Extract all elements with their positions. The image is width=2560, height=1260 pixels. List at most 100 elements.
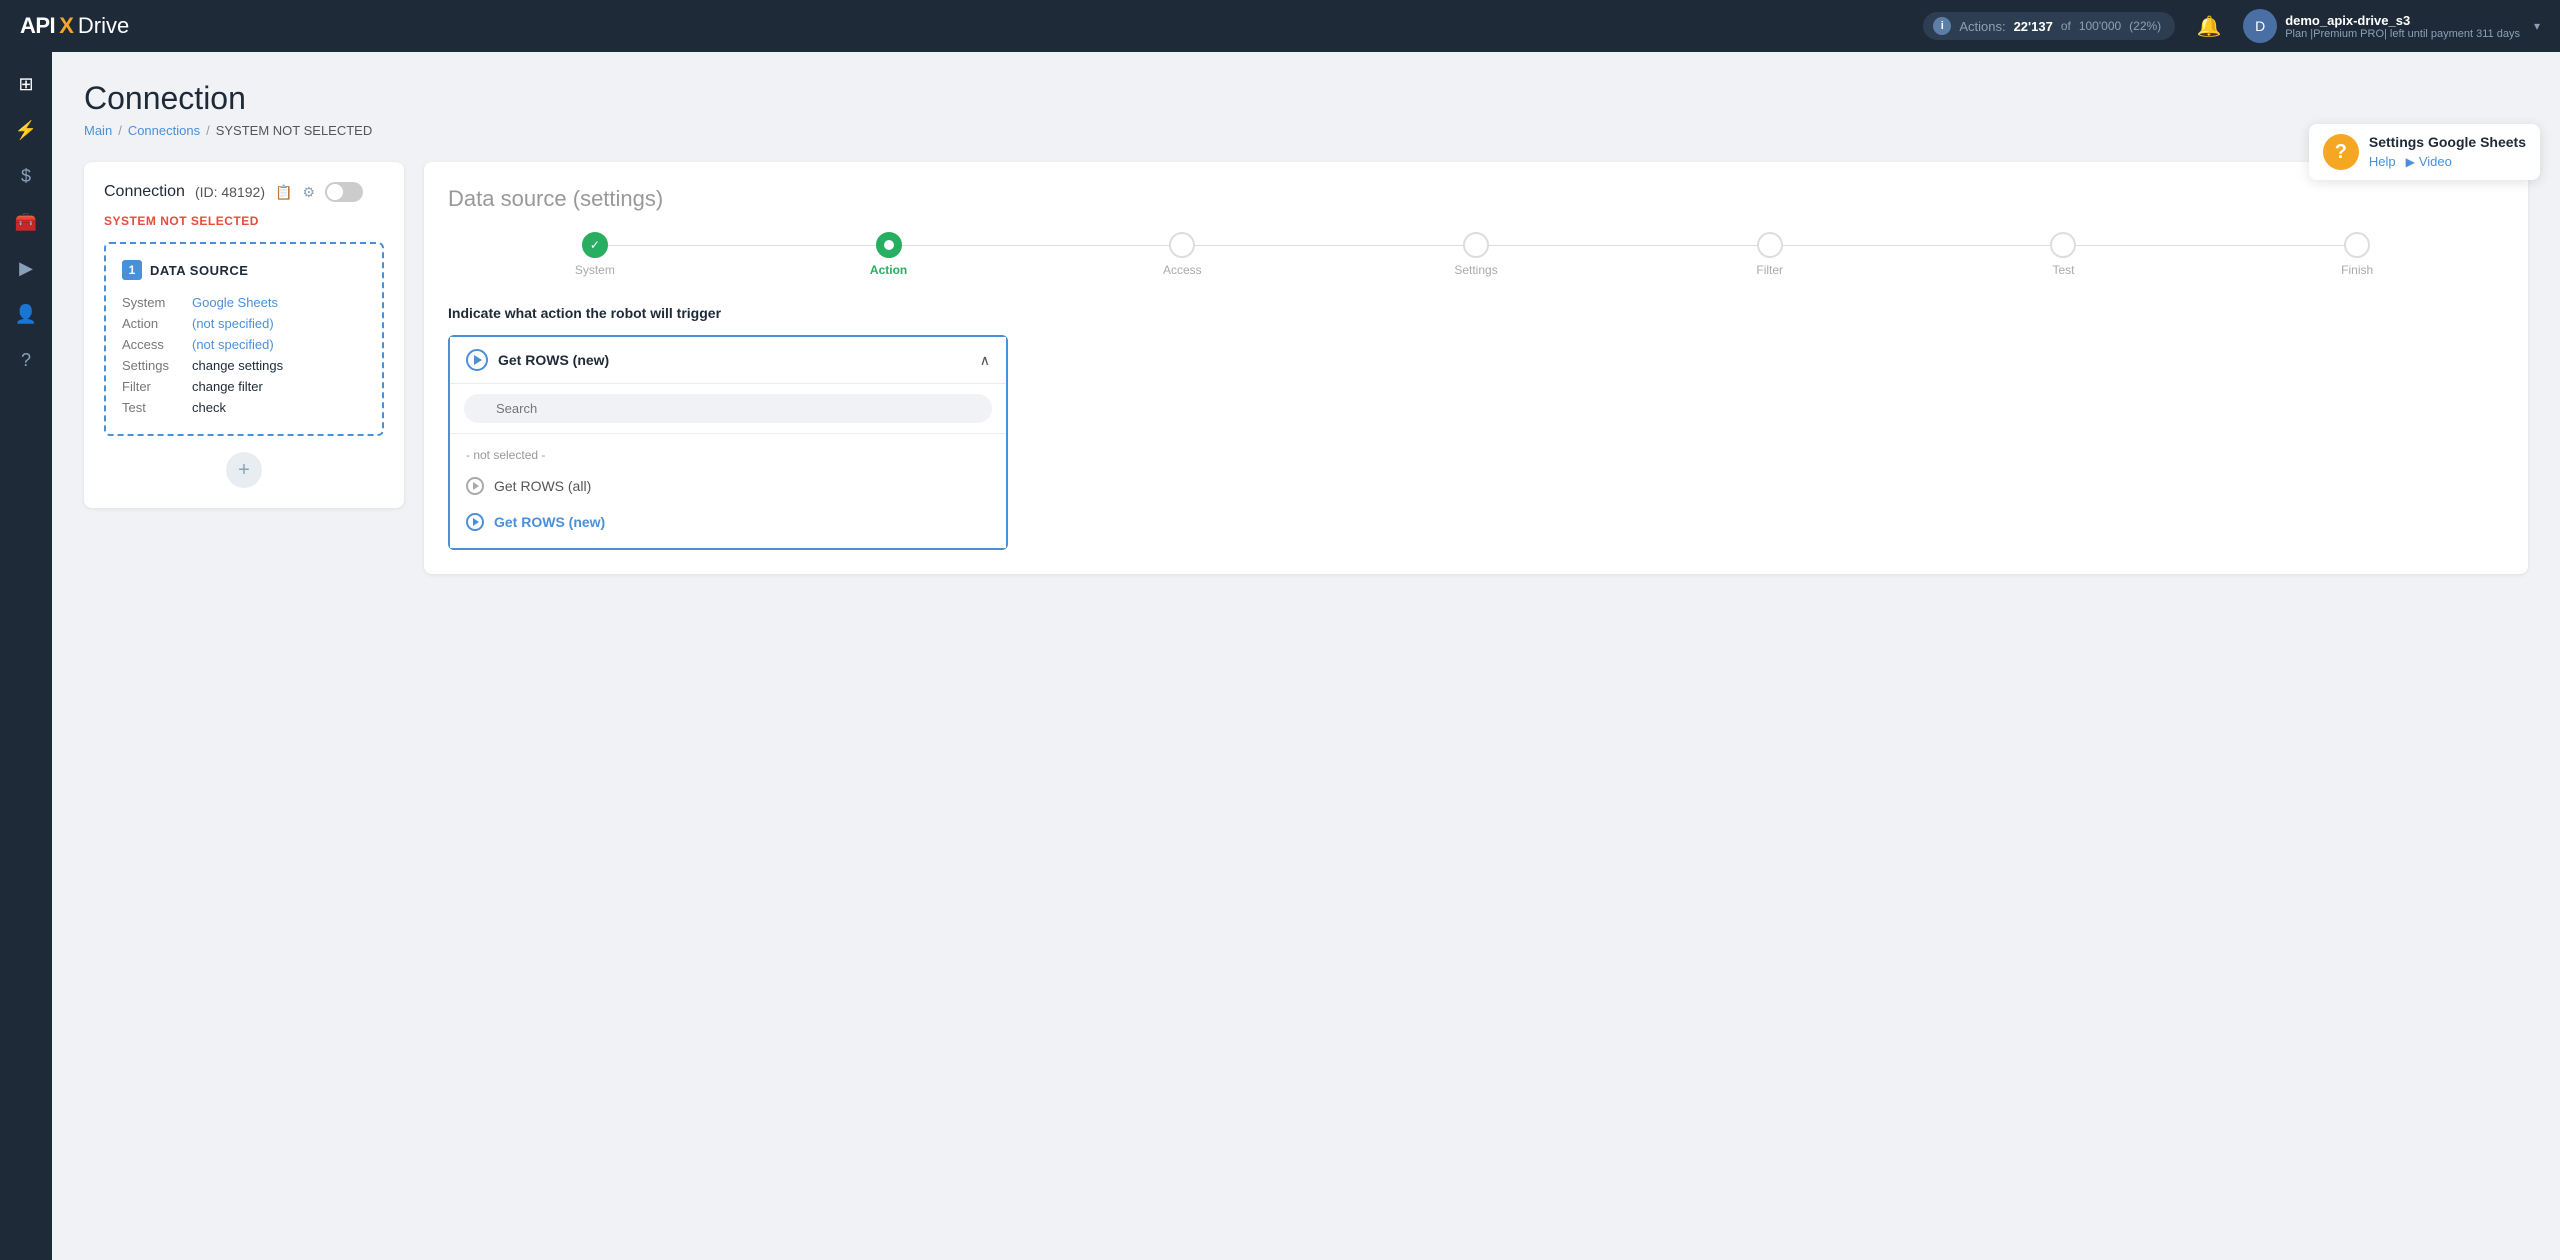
sidebar-item-video[interactable]: ▶ (6, 248, 46, 288)
search-box: 🔍 (450, 384, 1006, 434)
ds-system-link[interactable]: Google Sheets (192, 295, 278, 310)
step-label-finish: Finish (2341, 263, 2373, 277)
breadcrumb-main[interactable]: Main (84, 123, 112, 138)
play-triangle-icon (474, 355, 482, 365)
data-source-title: Data source (settings) (448, 186, 2504, 212)
ds-header: 1 DATA SOURCE (122, 260, 366, 280)
table-row: Settings change settings (122, 355, 366, 376)
play-icon-circle (466, 349, 488, 371)
settings-button[interactable]: ⚙ (302, 184, 315, 201)
step-label-filter: Filter (1756, 263, 1783, 277)
system-not-selected: SYSTEM NOT SELECTED (104, 214, 384, 228)
video-link[interactable]: ▶ Video (2406, 154, 2452, 169)
navbar: APIXDrive i Actions: 22'137 of 100'000 (… (0, 0, 2560, 52)
page-header: Connection Main / Connections / SYSTEM N… (84, 80, 2528, 138)
dropdown-header[interactable]: Get ROWS (new) ∧ (450, 337, 1006, 383)
ds-title: DATA SOURCE (150, 263, 248, 278)
step-access: Access (1035, 232, 1329, 277)
search-input[interactable] (464, 394, 992, 423)
actions-total: 100'000 (2079, 19, 2121, 33)
connections-icon: ⚡ (15, 120, 37, 141)
connection-title: Connection (104, 183, 185, 201)
step-label-action: Action (870, 263, 907, 277)
actions-pct: (22%) (2129, 19, 2161, 33)
table-row: Test check (122, 397, 366, 418)
help-icon: ? (21, 350, 31, 371)
sidebar-item-tools[interactable]: 🧰 (6, 202, 46, 242)
profile-icon: 👤 (15, 304, 37, 325)
ds-action-link[interactable]: (not specified) (192, 316, 274, 331)
copy-button[interactable]: 📋 (275, 184, 292, 201)
step-label-system: System (575, 263, 615, 277)
step-circle-test[interactable] (2050, 232, 2076, 258)
ds-settings-value: change settings (192, 355, 366, 376)
sidebar-item-profile[interactable]: 👤 (6, 294, 46, 334)
play-icon-sm-selected (466, 513, 484, 531)
step-circle-action[interactable] (876, 232, 902, 258)
logo: APIXDrive (20, 13, 129, 39)
sidebar-item-help[interactable]: ? (6, 340, 46, 380)
actions-badge: i Actions: 22'137 of 100'000 (22%) (1923, 12, 2175, 40)
left-card: Connection (ID: 48192) 📋 ⚙ SYSTEM NOT SE… (84, 162, 404, 508)
dropdown-option-get-rows-all[interactable]: Get ROWS (all) (450, 468, 1006, 504)
dropdown-chevron-up-icon: ∧ (980, 352, 990, 369)
user-menu-chevron[interactable]: ▾ (2534, 19, 2540, 33)
help-link[interactable]: Help (2369, 154, 2396, 169)
connection-toggle[interactable] (325, 182, 363, 202)
option-label: Get ROWS (all) (494, 478, 591, 494)
step-label-access: Access (1163, 263, 1202, 277)
user-plan: Plan |Premium PRO| left until payment 31… (2285, 28, 2520, 40)
logo-x: X (59, 13, 74, 39)
step-filter: Filter (1623, 232, 1917, 277)
step-circle-system[interactable]: ✓ (582, 232, 608, 258)
action-dropdown: Get ROWS (new) ∧ 🔍 - not selected - (448, 335, 1008, 550)
table-row: Action (not specified) (122, 313, 366, 334)
notifications-button[interactable]: 🔔 (2191, 8, 2227, 44)
info-icon: i (1933, 17, 1951, 35)
action-instruction: Indicate what action the robot will trig… (448, 305, 2504, 321)
add-block-button[interactable]: + (226, 452, 262, 488)
connection-id: (ID: 48192) (195, 184, 265, 200)
dropdown-body: 🔍 - not selected - Get ROWS (all) (450, 383, 1006, 548)
help-title: Settings Google Sheets (2369, 134, 2526, 150)
video-icon: ▶ (19, 258, 33, 279)
table-row: Access (not specified) (122, 334, 366, 355)
table-row: System Google Sheets (122, 292, 366, 313)
avatar: D (2243, 9, 2277, 43)
logo-api: API (20, 13, 55, 39)
tools-icon: 🧰 (15, 212, 37, 233)
right-card: Data source (settings) ✓ System Action (424, 162, 2528, 574)
home-icon: ⊞ (18, 74, 33, 95)
sidebar-item-home[interactable]: ⊞ (6, 64, 46, 104)
ds-table: System Google Sheets Action (not specifi… (122, 292, 366, 418)
help-content: Settings Google Sheets Help ▶ Video (2369, 134, 2526, 169)
content-area: ? Settings Google Sheets Help ▶ Video Co… (52, 52, 2560, 1260)
connection-header: Connection (ID: 48192) 📋 ⚙ (104, 182, 384, 202)
breadcrumb-connections[interactable]: Connections (128, 123, 200, 138)
step-test: Test (1917, 232, 2211, 277)
help-badge: ? Settings Google Sheets Help ▶ Video (2309, 124, 2540, 180)
dropdown-list: - not selected - Get ROWS (all) (450, 434, 1006, 548)
step-circle-finish[interactable] (2344, 232, 2370, 258)
steps-bar: ✓ System Action Access (448, 232, 2504, 277)
user-section: D demo_apix-drive_s3 Plan |Premium PRO| … (2243, 9, 2540, 43)
dropdown-option-get-rows-new[interactable]: Get ROWS (new) (450, 504, 1006, 540)
ds-access-link[interactable]: (not specified) (192, 337, 274, 352)
dropdown-section-label: - not selected - (450, 442, 1006, 468)
sidebar-item-connections[interactable]: ⚡ (6, 110, 46, 150)
dropdown-selected-label: Get ROWS (new) (498, 352, 609, 368)
step-label-test: Test (2052, 263, 2074, 277)
billing-icon: $ (21, 166, 31, 187)
step-action: Action (742, 232, 1036, 277)
step-circle-access[interactable] (1169, 232, 1195, 258)
sidebar-item-billing[interactable]: $ (6, 156, 46, 196)
video-play-icon: ▶ (2406, 155, 2415, 169)
page-title: Connection (84, 80, 2528, 117)
actions-of: of (2061, 19, 2071, 33)
breadcrumb-current: SYSTEM NOT SELECTED (216, 123, 373, 138)
help-links: Help ▶ Video (2369, 154, 2526, 169)
step-circle-settings[interactable] (1463, 232, 1489, 258)
step-label-settings: Settings (1454, 263, 1497, 277)
step-circle-filter[interactable] (1757, 232, 1783, 258)
sidebar: ⊞ ⚡ $ 🧰 ▶ 👤 ? (0, 52, 52, 1260)
